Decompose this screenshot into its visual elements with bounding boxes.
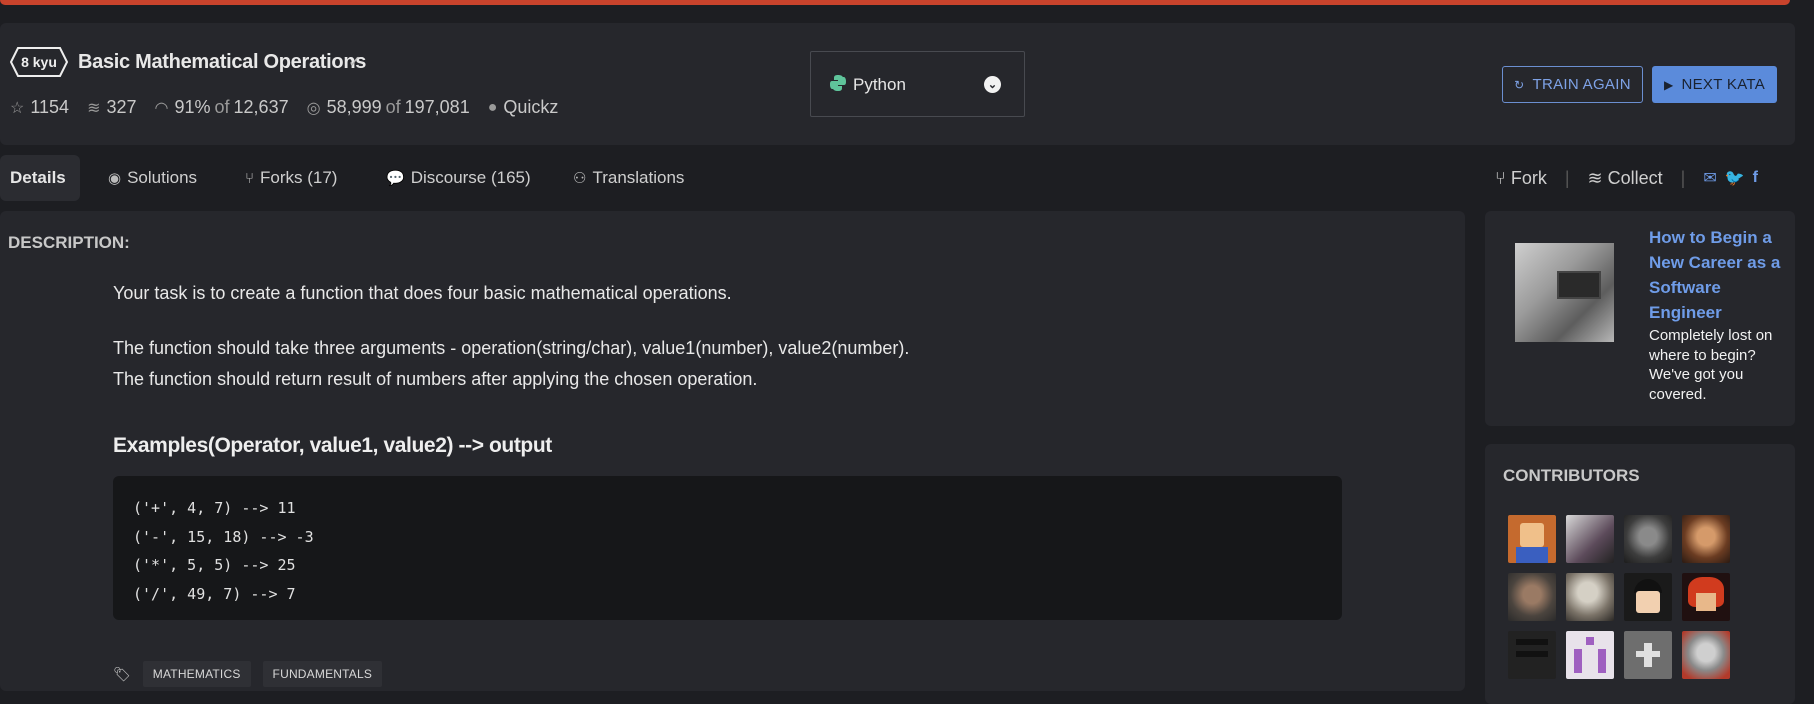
facebook-icon[interactable]: f	[1753, 169, 1758, 187]
avatar[interactable]	[1682, 631, 1730, 679]
avatar[interactable]	[1624, 631, 1672, 679]
fork-action[interactable]: ⑂ Fork	[1495, 168, 1547, 189]
contributors-grid	[1508, 515, 1730, 679]
avatar[interactable]	[1682, 573, 1730, 621]
fork-icon: ⑂	[1495, 167, 1506, 188]
contributors-label: CONTRIBUTORS	[1503, 466, 1640, 485]
python-icon	[830, 75, 846, 91]
user-icon: ●	[487, 98, 498, 116]
description-paragraph: The function should take three arguments…	[113, 338, 910, 358]
tab-discourse[interactable]: 💬 Discourse (165)	[386, 155, 531, 201]
refresh-icon: ↻	[1514, 77, 1525, 92]
separator: |	[1680, 167, 1686, 188]
twitter-icon[interactable]: 🐦	[1725, 168, 1745, 188]
ad-text: Completely lost on where to begin? We've…	[1649, 327, 1773, 403]
satisfaction-stat[interactable]: ◠ 91% of 12,637	[155, 97, 289, 118]
collect-action[interactable]: ≋ Collect	[1588, 168, 1663, 189]
avatar[interactable]	[1624, 515, 1672, 563]
code-line: ('*', 5, 5) --> 25	[133, 556, 296, 574]
avatar[interactable]	[1566, 573, 1614, 621]
description-paragraph: Your task is to create a function that d…	[113, 283, 732, 303]
rank-badge: 8 kyu	[10, 46, 68, 78]
next-kata-button[interactable]: ▶ NEXT KATA	[1652, 66, 1777, 103]
ad-title-link[interactable]: How to Begin a New Career as a Software …	[1649, 225, 1789, 325]
tab-details[interactable]: Details	[0, 155, 80, 201]
tag-fundamentals[interactable]: FUNDAMENTALS	[262, 661, 383, 687]
kata-title[interactable]: Basic Mathematical Operations	[78, 51, 366, 74]
gauge-icon: ◠	[154, 99, 169, 117]
description-paragraph: The function should return result of num…	[113, 369, 758, 389]
avatar[interactable]	[1566, 631, 1614, 679]
code-line: ('/', 49, 7) --> 7	[133, 584, 296, 603]
check-icon: ✓	[348, 54, 362, 71]
chevron-down-icon: ⌄	[984, 76, 1001, 93]
author-link[interactable]: ● Quickz	[488, 97, 559, 118]
tag-list: 🏷 MATHEMATICS FUNDAMENTALS	[113, 661, 394, 687]
target-icon: ◉	[108, 170, 122, 187]
avatar[interactable]	[1508, 631, 1556, 679]
target-icon: ◎	[306, 99, 321, 117]
play-icon: ▶	[1663, 77, 1674, 92]
avatar[interactable]	[1624, 573, 1672, 621]
avatar[interactable]	[1508, 573, 1556, 621]
tab-solutions[interactable]: ◉ Solutions	[108, 155, 197, 201]
language-select[interactable]: Python ⌄	[810, 51, 1025, 117]
tag-mathematics[interactable]: MATHEMATICS	[142, 661, 251, 687]
code-line: ('+', 4, 7) --> 11	[133, 499, 296, 517]
sitemap-icon: ⚇	[573, 170, 587, 187]
stars-stat[interactable]: ☆ 1154	[10, 97, 69, 118]
star-icon: ☆	[10, 99, 25, 117]
train-again-button[interactable]: ↻ TRAIN AGAIN	[1502, 66, 1643, 103]
fork-icon: ⑂	[245, 169, 255, 187]
avatar[interactable]	[1566, 515, 1614, 563]
examples-heading: Examples(Operator, value1, value2) --> o…	[113, 434, 552, 457]
avatar[interactable]	[1682, 515, 1730, 563]
separator: |	[1564, 167, 1570, 188]
kata-stats: ☆ 1154 ≋ 327 ◠ 91% of 12,637 ◎ 58,999 of 197,081…	[10, 97, 576, 118]
code-block: ('+', 4, 7) --> 11 ('-', 15, 18) --> -3 …	[113, 476, 1342, 620]
comments-icon: 💬	[386, 170, 405, 187]
layers-icon: ≋	[1587, 167, 1603, 188]
tab-translations[interactable]: ⚇ Translations	[573, 155, 684, 201]
language-name: Python	[853, 75, 906, 94]
layers-icon: ≋	[87, 99, 101, 117]
monitor-illustration	[1557, 271, 1601, 299]
code-line: ('-', 15, 18) --> -3	[133, 527, 314, 546]
avatar[interactable]	[1508, 515, 1556, 563]
top-accent-bar	[0, 0, 1790, 5]
tab-forks[interactable]: ⑂ Forks (17)	[245, 155, 337, 201]
email-icon[interactable]: ✉	[1703, 168, 1716, 188]
description-label: DESCRIPTION:	[8, 233, 130, 252]
ad-image[interactable]	[1515, 243, 1614, 342]
tag-icon: 🏷	[113, 665, 131, 682]
completions-stat[interactable]: ◎ 58,999 of 197,081	[307, 97, 470, 118]
collections-stat[interactable]: ≋ 327	[87, 97, 136, 118]
kata-actions: ⑂ Fork | ≋ Collect | ✉ 🐦 f	[1495, 155, 1758, 201]
